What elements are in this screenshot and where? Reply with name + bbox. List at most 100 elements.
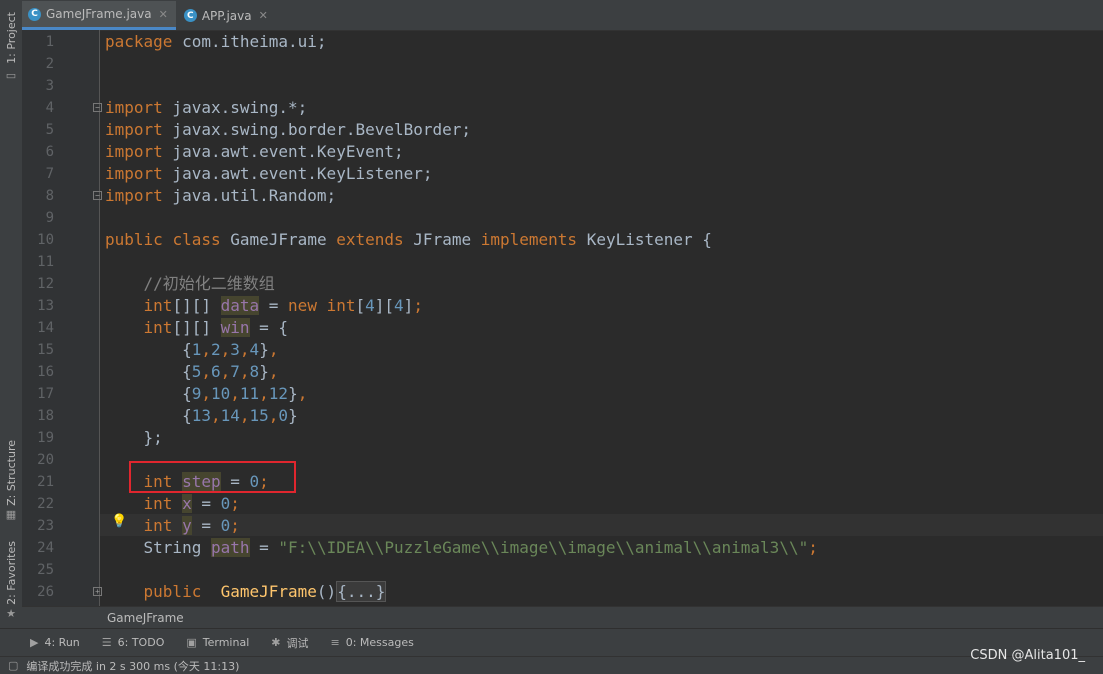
fold-marker-icon[interactable]: − [93,191,102,200]
line-number: 6 [45,144,54,160]
line-number: 1 [45,34,54,50]
terminal-icon: ▣ [186,636,197,649]
code-line-5: import javax.swing.border.BevelBorder; [105,119,471,141]
operator: = [259,296,289,315]
keyword: import [105,142,163,161]
tool-label: 4: Run [44,636,80,649]
structure-tool-tab[interactable]: Z: Structure [0,440,22,506]
line-number: 20 [37,452,54,468]
tab-gamejframe[interactable]: C GameJFrame.java ✕ [22,1,176,30]
import-path: java.util.Random; [162,186,337,205]
tool-label: 0: Messages [345,636,414,649]
c-class-icon: C [28,7,41,21]
code-line-13: int[][] data = new int[4][4]; [143,296,423,315]
line-number: 26 [37,584,54,600]
watermark: CSDN @Alita101_ [970,648,1085,663]
keyword: int [143,296,173,315]
list-icon: ☰ [101,636,112,649]
structure-icon: ▦ [5,507,17,521]
number: 14 [220,406,240,425]
line-number: 10 [37,232,54,248]
play-icon: ▶ [30,636,39,649]
constructor-name: GameJFrame [220,582,317,601]
run-tool-button[interactable]: ▶ 4: Run [30,636,80,649]
field-data: data [220,296,260,315]
number: 0 [278,406,289,425]
close-icon[interactable]: ✕ [259,9,268,22]
number: 4 [249,340,260,359]
code-line-12: //初始化二维数组 [105,273,275,295]
project-tab-label: 1: Project [4,12,18,64]
code-line-19: }; [105,427,163,449]
brackets: [][] [172,296,221,315]
line-number: 16 [37,364,54,380]
breadcrumb[interactable]: GameJFrame [22,606,1103,628]
line-number: 19 [37,430,54,446]
code-line-24: String path = "F:\\IDEA\\PuzzleGame\\ima… [143,538,818,557]
line-number: 25 [37,562,54,578]
keyword: implements [480,230,578,249]
terminal-tool-button[interactable]: ▣ Terminal [186,636,249,649]
keyword: int [143,318,173,337]
code-line-8: import java.util.Random; [105,185,336,207]
tool-window-bar: ▶ 4: Run ☰ 6: TODO ▣ Terminal ✱ 调试 ≡ 0: Messa… [0,628,1103,656]
code-line-26: public GameJFrame(){...} [105,581,387,603]
line-number: 21 [37,474,54,490]
code-line-18: {13,14,15,0} [105,406,298,425]
number: 7 [230,362,240,381]
line-number: 22 [37,496,54,512]
debug-tool-button[interactable]: ✱ 调试 [271,635,308,651]
tab-label: APP.java [201,8,252,23]
gutter-separator [99,30,100,606]
folded-region[interactable]: {...} [336,581,387,602]
number: 6 [210,362,221,381]
window-icon[interactable]: ▢ [8,659,18,672]
number: 11 [239,384,260,403]
current-line-highlight [100,514,1103,536]
number: 2 [210,340,221,359]
number: 0 [220,516,231,535]
field-y: y [182,516,192,535]
interface: KeyListener { [586,230,712,249]
string-literal: "F:\\IDEA\\PuzzleGame\\image\\image\\ani… [278,538,809,557]
tool-label: 调试 [286,636,309,650]
line-number: 13 [37,298,54,314]
keyword: int [143,516,173,535]
parens: () [316,582,337,601]
code-line-15: {1,2,3,4}, [105,340,279,359]
type-name: String [143,538,211,557]
highlight-annotation-box [129,461,296,493]
fold-marker-icon[interactable]: − [93,103,102,112]
keyword: import [105,186,163,205]
status-bar: ▢ 编译成功完成 in 2 s 300 ms (今天 11:13) [0,656,1103,674]
keyword: package [105,32,173,51]
line-number: 5 [45,122,54,138]
close-brace: }; [143,428,163,447]
keyword: new [288,296,317,315]
breadcrumb-item[interactable]: GameJFrame [107,611,184,625]
bug-icon: ✱ [271,636,281,649]
import-path: java.awt.event.KeyEvent; [162,142,404,161]
close-icon[interactable]: ✕ [159,8,168,21]
messages-tool-button[interactable]: ≡ 0: Messages [330,636,413,649]
comment: //初始化二维数组 [143,274,275,293]
keyword: class [172,230,221,249]
line-number: 12 [37,276,54,292]
structure-tab-label: Z: Structure [4,440,18,506]
keyword: import [105,164,163,183]
number: 13 [191,406,211,425]
field-x: x [182,494,192,513]
project-tool-tab[interactable]: 1: Project [0,8,22,68]
keyword: import [105,120,163,139]
package-name: com.itheima.ui; [172,32,327,51]
todo-tool-button[interactable]: ☰ 6: TODO [102,636,165,649]
import-path: java.awt.event.KeyListener; [162,164,433,183]
code-line-7: import java.awt.event.KeyListener; [105,163,433,185]
tab-app[interactable]: C APP.java ✕ [178,1,276,30]
line-number: 17 [37,386,54,402]
keyword: public [143,582,202,601]
line-number: 24 [37,540,54,556]
favorites-tool-tab[interactable]: 2: Favorites [0,540,22,606]
superclass: JFrame [413,230,472,249]
expand-fold-icon[interactable]: + [93,587,102,596]
